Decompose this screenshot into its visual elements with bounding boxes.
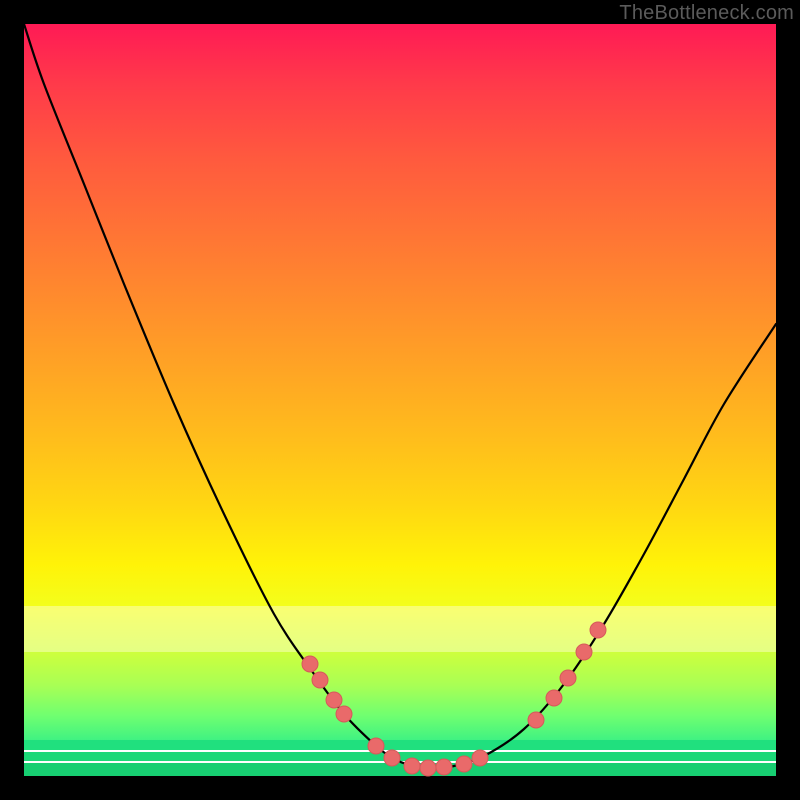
curve-marker xyxy=(384,750,400,766)
curve-marker xyxy=(420,760,436,776)
bottleneck-curve-svg xyxy=(24,24,776,776)
curve-marker xyxy=(302,656,318,672)
chart-frame xyxy=(24,24,776,776)
curve-marker xyxy=(368,738,384,754)
curve-marker xyxy=(576,644,592,660)
curve-marker xyxy=(546,690,562,706)
bottleneck-curve-path xyxy=(24,24,776,768)
curve-marker xyxy=(404,758,420,774)
curve-marker xyxy=(590,622,606,638)
curve-marker xyxy=(560,670,576,686)
curve-markers xyxy=(302,622,606,776)
curve-marker xyxy=(312,672,328,688)
curve-marker xyxy=(528,712,544,728)
curve-marker xyxy=(456,756,472,772)
curve-marker xyxy=(472,750,488,766)
curve-marker xyxy=(326,692,342,708)
curve-marker xyxy=(436,759,452,775)
watermark-text: TheBottleneck.com xyxy=(619,2,794,25)
curve-marker xyxy=(336,706,352,722)
